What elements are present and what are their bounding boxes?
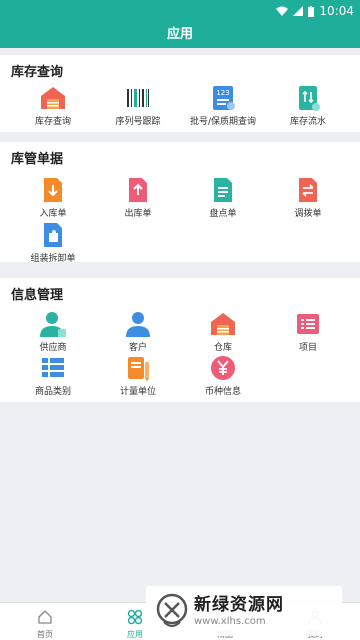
section-title: 库存查询 (11, 65, 64, 80)
grid-item-project[interactable]: 项目 (263, 310, 353, 353)
section-title: 信息管理 (11, 288, 64, 303)
grid-item-label: 入库单 (39, 209, 67, 219)
grid-item-category[interactable]: 商品类别 (8, 354, 98, 397)
grid-item-label: 序列号跟踪 (115, 117, 161, 127)
customer-icon (124, 310, 152, 338)
grid-item-serial-tracking[interactable]: 序列号跟踪 (93, 84, 183, 127)
calendar-batch-icon: 123 (209, 84, 237, 112)
grid-item-label: 出库单 (124, 209, 152, 219)
clock: 10:04 (319, 4, 354, 18)
watermark-logo-icon (156, 593, 188, 627)
grid-item-currency[interactable]: 币种信息 (178, 354, 268, 397)
section-info-mgmt: 信息管理 供应商 客户 仓库 项目 商品类别 计量单位 币种信息 (0, 278, 360, 402)
grid-item-label: 库存流水 (289, 117, 326, 127)
stock-flow-icon (294, 84, 322, 112)
grid-item-assembly[interactable]: 组装拆卸单 (8, 221, 98, 264)
project-icon (294, 310, 322, 338)
grid-item-label: 库存查询 (34, 117, 71, 127)
app-title: 应用 (0, 24, 360, 48)
inbound-doc-icon (39, 176, 67, 204)
grid-item-transfer[interactable]: 调拨单 (263, 176, 353, 219)
tab-home[interactable]: 首页 (0, 603, 90, 640)
section-inventory-query: 库存查询 库存查询 序列号跟踪 123 批号/保质期查询 库存流水 (0, 55, 360, 132)
battery-icon (308, 5, 315, 17)
tab-label: 首页 (37, 630, 53, 639)
watermark-url: www.xlhs.com (194, 616, 266, 627)
currency-icon (209, 354, 237, 382)
unit-icon (124, 354, 152, 382)
grid-item-unit[interactable]: 计量单位 (93, 354, 183, 397)
watermark: 新绿资源网 www.xlhs.com (146, 586, 342, 636)
grid-item-supplier[interactable]: 供应商 (8, 310, 98, 353)
watermark-title: 新绿资源网 (194, 595, 284, 615)
grid-item-stock-query[interactable]: 库存查询 (8, 84, 98, 127)
transfer-doc-icon (294, 176, 322, 204)
grid-item-label: 盘点单 (209, 209, 237, 219)
grid-item-label: 仓库 (213, 343, 232, 353)
grid-item-label: 计量单位 (119, 387, 156, 397)
grid-item-warehouse[interactable]: 仓库 (178, 310, 268, 353)
grid-item-outbound[interactable]: 出库单 (93, 176, 183, 219)
apps-icon (127, 609, 143, 625)
grid-item-customer[interactable]: 客户 (93, 310, 183, 353)
barcode-icon (124, 84, 152, 112)
grid-item-label: 商品类别 (34, 387, 71, 397)
section-inventory-docs: 库管单据 入库单 出库单 盘点单 调拨单 组装拆卸单 (0, 142, 360, 264)
grid-item-stocktake[interactable]: 盘点单 (178, 176, 268, 219)
category-icon (39, 354, 67, 382)
wifi-icon (276, 6, 289, 16)
warehouse-icon (39, 84, 67, 112)
grid-item-label: 批号/保质期查询 (189, 117, 257, 127)
stocktake-doc-icon (209, 176, 237, 204)
outbound-doc-icon (124, 176, 152, 204)
status-bar: 10:04 (0, 0, 360, 24)
grid-item-stock-flow[interactable]: 库存流水 (263, 84, 353, 127)
grid-item-label: 项目 (298, 343, 317, 353)
svg-text:123: 123 (216, 89, 229, 97)
grid-item-inbound[interactable]: 入库单 (8, 176, 98, 219)
signal-icon (293, 6, 304, 16)
warehouse-icon (209, 310, 237, 338)
grid-item-label: 调拨单 (294, 209, 322, 219)
grid-item-label: 客户 (128, 343, 147, 353)
home-icon (38, 610, 52, 624)
supplier-icon (39, 310, 67, 338)
grid-item-label: 供应商 (39, 343, 67, 353)
grid-item-label: 组装拆卸单 (30, 254, 76, 264)
grid-item-label: 币种信息 (204, 387, 241, 397)
assembly-doc-icon (39, 221, 67, 249)
section-title: 库管单据 (11, 152, 64, 167)
grid-item-batch-query[interactable]: 123 批号/保质期查询 (178, 84, 268, 127)
